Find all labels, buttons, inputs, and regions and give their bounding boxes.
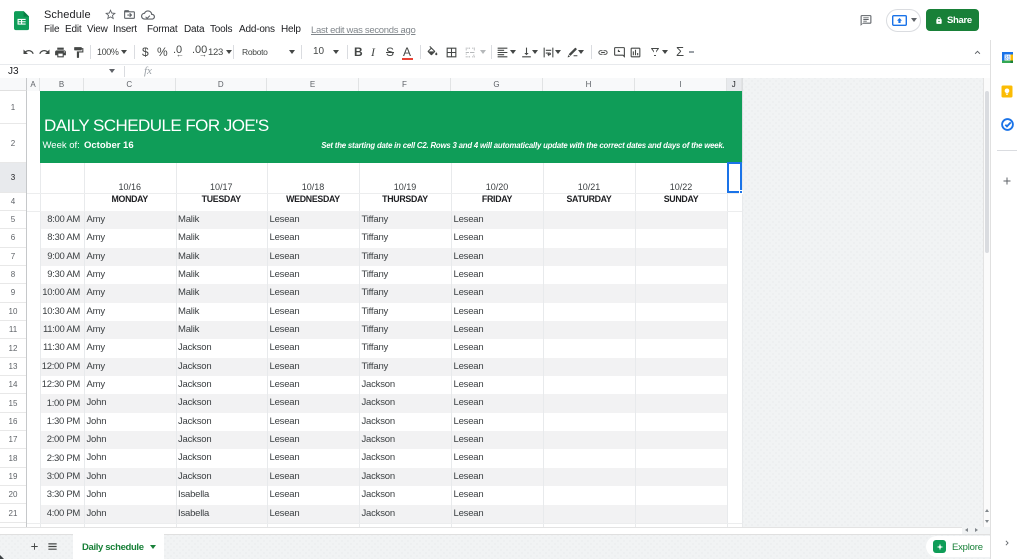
svg-text:31: 31: [1005, 55, 1011, 61]
